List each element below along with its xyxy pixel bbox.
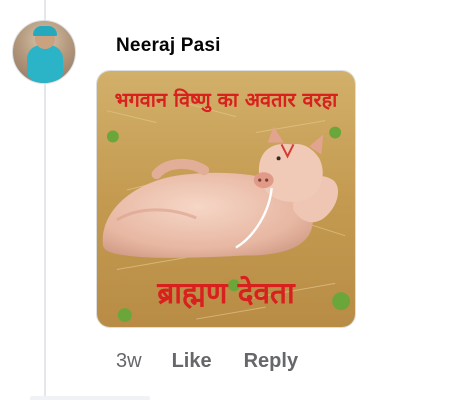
- comment-author-name[interactable]: Neeraj Pasi: [116, 35, 221, 57]
- comment-image[interactable]: भगवान विष्णु का अवतार वरहा ब्राह्मण देवत…: [96, 70, 356, 328]
- image-caption-top: भगवान विष्णु का अवतार वरहा: [115, 88, 339, 113]
- comment-actions: 3w Like Reply: [116, 350, 330, 373]
- reply-button[interactable]: Reply: [244, 350, 298, 373]
- comment-timestamp[interactable]: 3w: [116, 350, 142, 373]
- image-caption-bottom: ब्राह्मण देवता: [156, 275, 296, 311]
- like-button[interactable]: Like: [172, 350, 212, 373]
- next-comment-edge: [30, 396, 150, 400]
- author-avatar[interactable]: [12, 20, 76, 84]
